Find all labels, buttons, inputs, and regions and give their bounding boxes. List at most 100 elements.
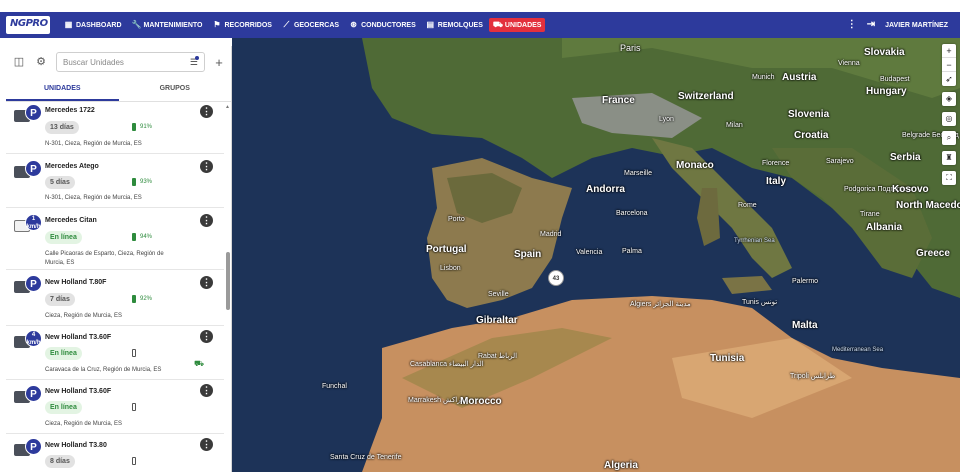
unit-menu-button[interactable]: ⋮ — [200, 160, 213, 173]
list-item[interactable]: P New Holland T3.80 8 días ⋮ — [6, 434, 224, 472]
fullscreen-icon[interactable]: ⛶ — [942, 171, 956, 185]
unit-name: Mercedes Citan — [45, 217, 97, 224]
map-label: Marseille — [624, 170, 653, 177]
zoom-out-button[interactable]: − — [942, 58, 956, 72]
nav-item-mantenimiento[interactable]: 🔧 MANTENIMIENTO — [128, 18, 207, 32]
list-item[interactable]: 1 km/h Mercedes Citan En línea 94% Calle… — [6, 208, 224, 270]
unit-name: Mercedes Atego — [45, 163, 99, 170]
truck-icon: P — [14, 104, 42, 126]
filter-active-dot — [195, 56, 199, 60]
unit-menu-button[interactable]: ⋮ — [200, 276, 213, 289]
scroll-up-arrow[interactable]: ▲ — [225, 104, 230, 110]
nav-label: MANTENIMIENTO — [143, 21, 203, 29]
map-label: Budapest — [880, 76, 910, 83]
nav-label: RECORRIDOS — [224, 21, 272, 29]
map-label: Milan — [726, 122, 743, 129]
map-label: Tripoli طرابلس — [790, 373, 836, 380]
nav-item-conductores[interactable]: ⊛ CONDUCTORES — [345, 18, 420, 32]
list-item[interactable]: P New Holland T.80F 7 días 92% Cieza, Re… — [6, 270, 224, 326]
status-badge: 13 días — [45, 121, 79, 134]
battery-indicator — [132, 457, 136, 465]
unit-menu-button[interactable]: ⋮ — [200, 384, 213, 397]
unit-menu-button[interactable]: ⋮ — [200, 105, 213, 118]
unit-address: Calle Picaoras de Esparto, Cieza, Región… — [45, 251, 164, 266]
more-options-icon[interactable]: ⋮ — [847, 20, 857, 30]
tab-grupos[interactable]: GRUPOS — [119, 78, 232, 101]
satellite-map[interactable]: Paris France Switzerland Austria Vienna … — [232, 38, 960, 472]
unit-name: New Holland T3.60F — [45, 388, 112, 395]
logo-text: NGPRO — [10, 18, 48, 29]
map-label: Palma — [622, 248, 642, 255]
unit-address: Caravaca de la Cruz, Región de Murcia, E… — [45, 367, 162, 373]
nav-item-geocercas[interactable]: ⟋ GEOCERCAS — [278, 18, 343, 32]
traffic-icon[interactable]: ♜ — [942, 151, 956, 165]
status-badge: En línea — [45, 401, 82, 414]
map-label: Kosovo — [892, 184, 929, 195]
tab-unidades[interactable]: UNIDADES — [6, 78, 119, 101]
unit-menu-button[interactable]: ⋮ — [200, 438, 213, 451]
unit-menu-button[interactable]: ⋮ — [200, 214, 213, 227]
map-label: Gibraltar — [476, 315, 518, 326]
list-scrollbar[interactable]: ▲ — [225, 102, 231, 472]
steering-wheel-icon: ⊛ — [350, 20, 357, 29]
map-icon[interactable]: ◫ — [12, 55, 26, 69]
battery-value: 94% — [140, 234, 153, 240]
top-navigation-bar: NGPRO ▦ DASHBOARD 🔧 MANTENIMIENTO ⚑ RECORRI… — [0, 12, 960, 38]
scroll-thumb[interactable] — [226, 252, 230, 310]
map-label: Paris — [620, 43, 641, 53]
compass-icon[interactable]: ➶ — [942, 72, 956, 86]
app-logo[interactable]: NGPRO — [6, 16, 50, 34]
map-label: Croatia — [794, 130, 829, 141]
map-label: Algeria — [604, 460, 638, 471]
map-label: Casablanca الدار البيضاء — [410, 361, 484, 368]
battery-value: 93% — [140, 179, 153, 185]
nav-item-dashboard[interactable]: ▦ DASHBOARD — [60, 18, 126, 32]
dashboard-icon: ▦ — [64, 20, 73, 29]
map-label: Barcelona — [616, 210, 648, 217]
map-label: Munich — [752, 74, 775, 81]
map-label: Albania — [866, 222, 903, 233]
battery-indicator: 94% — [132, 233, 152, 241]
layers-icon[interactable]: ◈ — [942, 92, 956, 106]
map-label: Lisbon — [440, 265, 461, 272]
add-unit-button[interactable]: + — [213, 55, 225, 70]
map-label: Rome — [738, 202, 757, 209]
zoom-in-button[interactable]: + — [942, 44, 956, 58]
search-units-input[interactable]: Buscar Unidades ☰ — [56, 52, 205, 72]
tractor-icon: 4 km/h — [14, 330, 42, 352]
user-name[interactable]: JAVIER MARTÍNEZ — [885, 22, 948, 29]
nav-item-unidades[interactable]: ⛟ UNIDADES — [488, 18, 546, 32]
battery-icon — [132, 233, 136, 241]
logout-icon[interactable]: ⇥ — [867, 20, 875, 30]
map-label: Austria — [782, 72, 817, 83]
map-label: Marrakesh مراكش — [408, 397, 465, 404]
map-label: Seville — [488, 291, 509, 298]
map-label: Valencia — [576, 249, 603, 256]
unit-menu-button[interactable]: ⋮ — [200, 330, 213, 343]
battery-icon — [132, 295, 136, 303]
tractor-icon: P — [14, 275, 42, 297]
unit-address: N-301, Cieza, Región de Murcia, ES — [45, 141, 142, 147]
tractor-icon: P — [14, 438, 42, 460]
battery-icon — [132, 178, 136, 186]
list-item[interactable]: P Mercedes Atego 5 días 93% N-301, Cieza… — [6, 154, 224, 208]
unit-name: New Holland T3.60F — [45, 334, 112, 341]
map-label: Portugal — [426, 244, 467, 255]
list-item[interactable]: 4 km/h New Holland T3.60F En línea Carav… — [6, 326, 224, 380]
gear-icon[interactable]: ⚙ — [34, 55, 48, 69]
unit-address: N-301, Cieza, Región de Murcia, ES — [45, 195, 142, 201]
list-item[interactable]: P Mercedes 1722 13 días 91% N-301, Cieza… — [6, 102, 224, 154]
nav-item-recorridos[interactable]: ⚑ RECORRIDOS — [208, 18, 275, 32]
unit-name: New Holland T3.80 — [45, 442, 107, 449]
search-icon[interactable]: ⌕ — [942, 131, 956, 145]
speed-badge: 4 km/h — [25, 330, 42, 347]
map-label: North Macedonia — [896, 200, 960, 211]
locate-icon[interactable]: ◎ — [942, 112, 956, 126]
unit-address: Cieza, Región de Murcia, ES — [45, 421, 123, 427]
units-cluster-marker[interactable]: 43 — [548, 270, 564, 286]
nav-item-remolques[interactable]: ▤ REMOLQUES — [422, 18, 487, 32]
search-placeholder: Buscar Unidades — [63, 57, 124, 67]
battery-value: 91% — [140, 124, 153, 130]
parked-badge: P — [25, 385, 42, 402]
list-item[interactable]: P New Holland T3.60F En línea Cieza, Reg… — [6, 380, 224, 434]
